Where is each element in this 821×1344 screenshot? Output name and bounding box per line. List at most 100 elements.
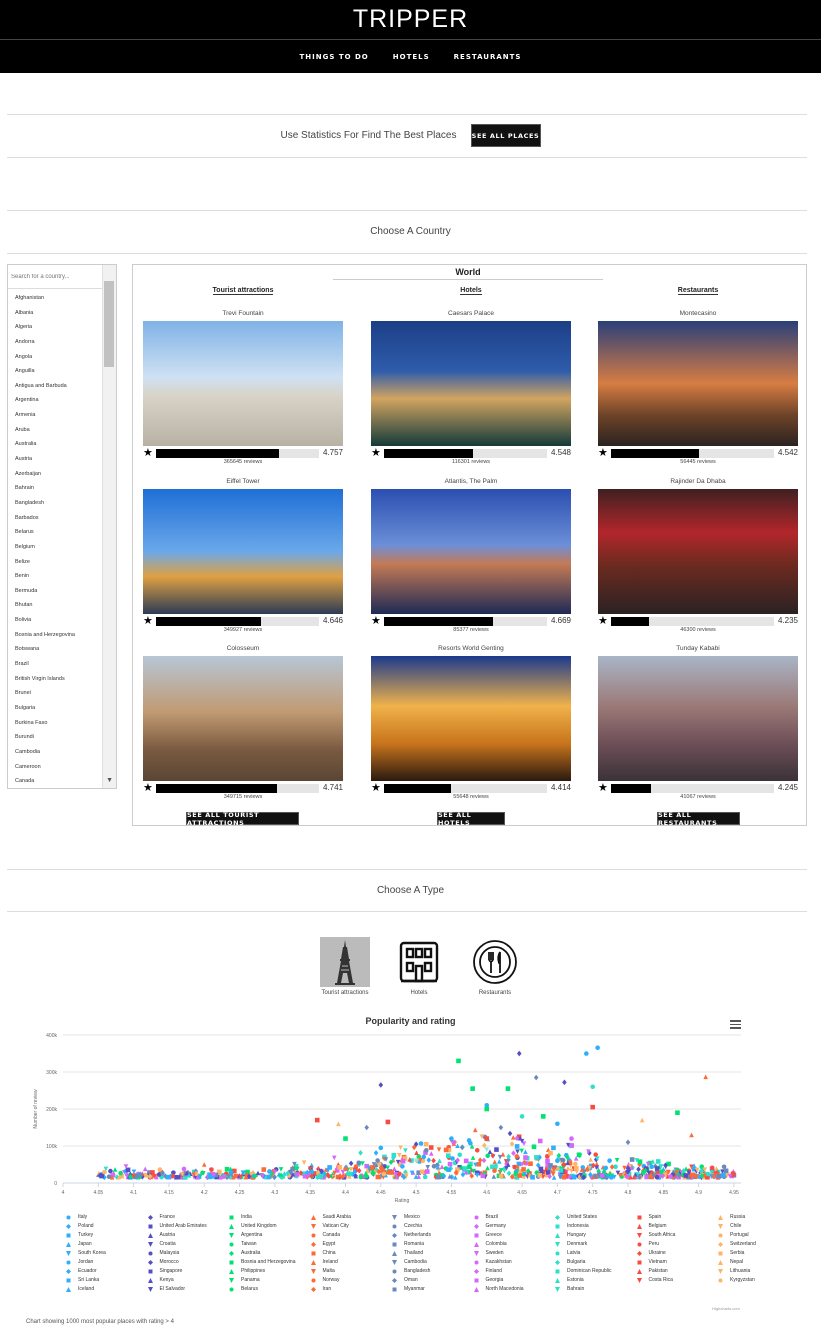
country-item[interactable]: Brunei [8,686,104,701]
country-item[interactable]: Australia [8,437,104,452]
country-item[interactable]: Bolivia [8,613,104,628]
legend-item[interactable]: Kenya [147,1277,174,1283]
legend-item[interactable]: Georgia [474,1277,503,1283]
place-card[interactable]: Atlantis, The Palm ★ 4.669 85377 reviews [371,478,571,633]
legend-item[interactable]: Mexico [392,1214,420,1220]
legend-item[interactable]: Poland [66,1223,94,1229]
legend-item[interactable]: Bosnia and Herzegovina [229,1259,295,1265]
place-name[interactable]: Resorts World Genting [371,645,571,656]
country-item[interactable]: Burundi [8,730,104,745]
legend-item[interactable]: Malaysia [148,1250,179,1256]
legend-item[interactable]: North Macedonia [473,1286,524,1292]
type-tourist-attractions[interactable]: Tourist attractions [315,937,375,996]
legend-item[interactable]: Philippines [229,1268,265,1274]
legend-item[interactable]: Australia [229,1250,260,1256]
country-item[interactable]: Aruba [8,423,104,438]
trevi-fountain-photo[interactable] [143,321,343,446]
legend-item[interactable]: South Africa [636,1232,675,1238]
colosseum-photo[interactable] [143,656,343,781]
legend-item[interactable]: Spain [637,1214,661,1220]
legend-item[interactable]: United Kingdom [229,1223,277,1229]
place-name[interactable]: Atlantis, The Palm [371,478,571,489]
legend-item[interactable]: Vietnam [637,1259,667,1265]
tunday-kababi-photo[interactable] [598,656,798,781]
legend-item[interactable]: Oman [392,1277,418,1283]
place-name[interactable]: Trevi Fountain [143,310,343,321]
legend-item[interactable]: Vatican City [310,1223,349,1229]
legend-item[interactable]: Ecuador [66,1268,97,1274]
legend-item[interactable]: Malta [310,1268,335,1274]
country-selector[interactable]: AfghanistanAlbaniaAlgeriaAndorraAngolaAn… [7,264,117,789]
country-item[interactable]: Bosnia and Herzegovina [8,628,104,643]
legend-item[interactable]: Jordan [66,1259,93,1265]
legend-item[interactable]: Greece [474,1232,502,1238]
place-card[interactable]: Eiffel Tower ★ 4.646 349927 reviews [143,478,343,633]
legend-item[interactable]: Norway [311,1277,339,1283]
country-item[interactable]: Bahrain [8,481,104,496]
legend-item[interactable]: Iceland [66,1286,94,1292]
country-item[interactable]: Algeria [8,320,104,335]
country-search-input[interactable] [8,265,104,289]
scroll-down-icon[interactable]: ▼ [106,777,113,784]
country-item[interactable]: Brazil [8,657,104,672]
scrollbar-thumb[interactable] [104,281,114,367]
legend-item[interactable]: Germany [473,1223,506,1229]
legend-item[interactable]: Ukraine [636,1250,666,1256]
legend-item[interactable]: Peru [637,1241,659,1247]
legend-item[interactable]: Denmark [555,1241,587,1247]
legend-item[interactable]: Saudi Arabia [310,1214,351,1220]
see-all-hotels-button[interactable]: SEE ALL HOTELS [437,811,505,827]
country-item[interactable]: Antigua and Barbuda [8,379,104,394]
rajinder-da-dhaba-photo[interactable] [598,489,798,614]
caesars-palace-photo[interactable] [371,321,571,446]
see-all-restaurants-button[interactable]: SEE ALL RESTAURANTS [657,811,740,827]
legend-item[interactable]: Hungary [555,1232,586,1238]
legend-item[interactable]: Argentina [229,1232,262,1238]
country-item[interactable]: Cameroon [8,760,104,775]
legend-item[interactable]: Iran [310,1286,331,1292]
country-item[interactable]: Bangladesh [8,496,104,511]
legend-item[interactable]: Russia [718,1214,745,1220]
legend-item[interactable]: Taiwan [229,1241,257,1247]
legend-item[interactable]: Chile [718,1223,741,1229]
legend-item[interactable]: Netherlands [392,1232,431,1238]
country-item[interactable]: Bhutan [8,598,104,613]
legend-item[interactable]: Thailand [392,1250,423,1256]
place-card[interactable]: Trevi Fountain ★ 4.757 365645 reviews [143,310,343,465]
place-name[interactable]: Tunday Kababi [598,645,798,656]
column-heading-attractions[interactable]: Tourist attractions [143,287,343,295]
legend-item[interactable]: Italy [66,1214,87,1220]
legend-item[interactable]: Croatia [147,1241,176,1247]
chart-credits[interactable]: Highcharts.com [712,1306,740,1311]
app-logo[interactable]: TRIPPER [353,5,468,34]
legend-item[interactable]: Brazil [474,1214,498,1220]
place-card[interactable]: Rajinder Da Dhaba ★ 4.235 46300 reviews [598,478,798,633]
legend-item[interactable]: Kyrgyzstan [718,1277,755,1283]
country-item[interactable]: Canada [8,774,104,788]
type-restaurants[interactable]: Restaurants [465,937,525,996]
legend-item[interactable]: Pakistan [636,1268,668,1274]
place-card[interactable]: Caesars Palace ★ 4.548 116301 reviews [371,310,571,465]
country-item[interactable]: Andorra [8,335,104,350]
country-item[interactable]: Belize [8,555,104,570]
country-item[interactable]: Angola [8,350,104,365]
legend-item[interactable]: Myanmar [392,1286,425,1292]
eiffel-tower-photo[interactable] [143,489,343,614]
country-item[interactable]: Bulgaria [8,701,104,716]
eiffel-tower-icon[interactable] [320,937,370,987]
hotel-icon[interactable] [394,937,444,987]
legend-item[interactable]: Cambodia [392,1259,427,1265]
country-item[interactable]: Azerbaijan [8,467,104,482]
legend-item[interactable]: Morocco [147,1259,179,1265]
legend-item[interactable]: Austria [147,1232,175,1238]
legend-item[interactable]: Lithuania [718,1268,750,1274]
country-item[interactable]: Albania [8,306,104,321]
legend-item[interactable]: El Salvador [147,1286,185,1292]
place-card[interactable]: Tunday Kababi ★ 4.245 41067 reviews [598,645,798,800]
legend-item[interactable]: Belarus [229,1286,258,1292]
country-item[interactable]: British Virgin Islands [8,672,104,687]
see-all-places-button[interactable]: SEE ALL PLACES [470,124,541,147]
nav-things-to-do[interactable]: THINGS TO DO [300,53,369,61]
nav-restaurants[interactable]: RESTAURANTS [454,53,522,61]
legend-item[interactable]: France [147,1214,175,1220]
